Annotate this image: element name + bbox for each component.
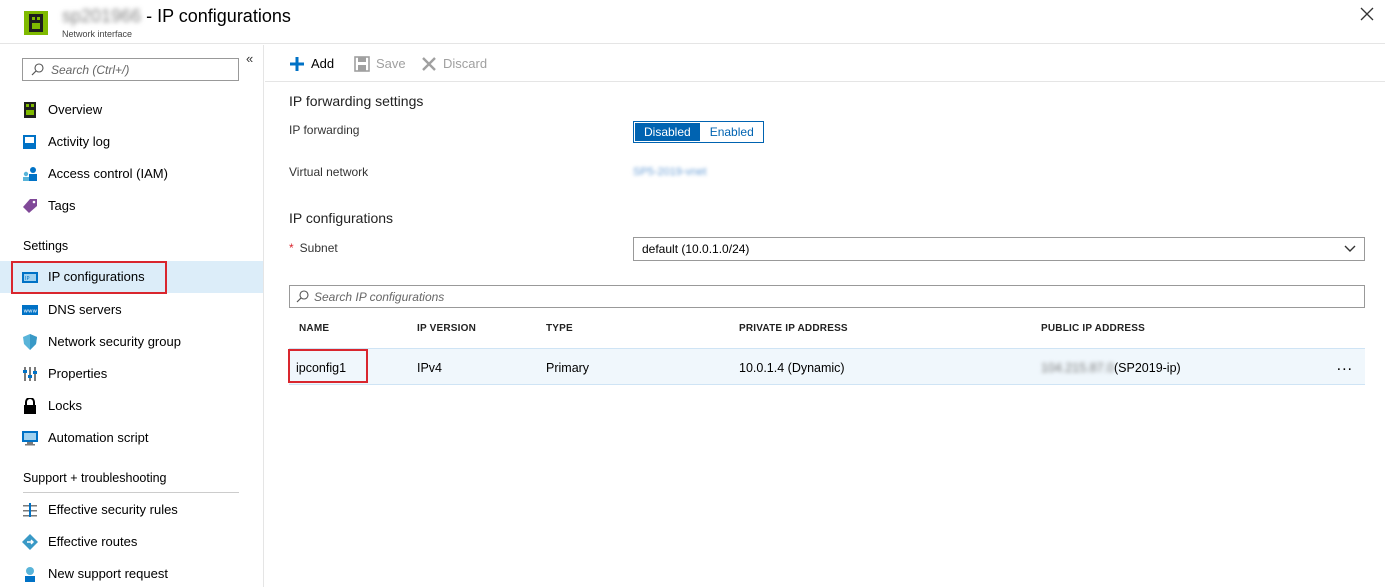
sidebar-item-tags[interactable]: Tags	[0, 190, 263, 222]
activity-log-icon	[23, 135, 36, 149]
column-header-type[interactable]: TYPE	[546, 323, 573, 334]
required-marker: *	[289, 241, 294, 255]
add-button[interactable]: Add	[289, 55, 349, 73]
people-icon	[23, 167, 37, 181]
settings-section-header: Settings	[23, 239, 69, 253]
sidebar-item-properties[interactable]: Properties	[0, 358, 263, 390]
annotation-highlight	[11, 261, 167, 294]
dns-icon: www	[22, 305, 38, 315]
table-row[interactable]: ipconfig1 IPv4 Primary 10.0.1.4 (Dynamic…	[289, 348, 1365, 385]
sidebar-item-new-support-request[interactable]: New support request	[0, 558, 263, 587]
routes-icon	[22, 534, 38, 550]
support-icon	[25, 567, 35, 582]
sidebar-item-overview[interactable]: Overview	[0, 94, 263, 126]
properties-icon	[23, 367, 37, 381]
close-icon[interactable]	[1359, 6, 1375, 22]
rules-icon	[23, 503, 37, 517]
sidebar-item-effective-security-rules[interactable]: Effective security rules	[0, 494, 263, 526]
resource-name: sp201966	[62, 6, 142, 26]
main-content: Add Save Discard IP forwarding settings …	[265, 45, 1385, 587]
ip-configurations-search-placeholder: Search IP configurations	[314, 290, 445, 304]
discard-button[interactable]: Discard	[421, 55, 501, 73]
section-divider	[23, 492, 239, 493]
ip-version-cell: IPv4	[417, 361, 443, 375]
column-header-ip-version[interactable]: IP VERSION	[417, 323, 476, 334]
menu-search-placeholder: Search (Ctrl+/)	[51, 63, 130, 77]
plus-icon	[290, 57, 304, 71]
menu-search-input[interactable]: Search (Ctrl+/)	[22, 58, 239, 81]
save-icon	[354, 56, 370, 72]
sidebar-item-activity-log[interactable]: Activity log	[0, 126, 263, 158]
subnet-label: * Subnet	[289, 241, 338, 255]
lock-icon	[24, 398, 36, 414]
ip-configurations-search-input[interactable]: Search IP configurations	[289, 285, 1365, 308]
sidebar-item-dns-servers[interactable]: www DNS servers	[0, 294, 263, 326]
command-bar: Add Save Discard	[265, 45, 1385, 82]
script-icon	[22, 431, 38, 446]
resource-menu: « Search (Ctrl+/) Overview Activity log …	[0, 45, 264, 587]
network-interface-icon	[24, 11, 48, 35]
page-title: sp201966 - IP configurations	[62, 6, 291, 27]
sidebar-item-access-control[interactable]: Access control (IAM)	[0, 158, 263, 190]
sidebar-item-automation-script[interactable]: Automation script	[0, 422, 263, 454]
chevron-down-icon	[1344, 245, 1356, 252]
public-ip-cell: 104.215.87.0(SP2019-ip)	[1041, 361, 1181, 375]
collapse-menu-button[interactable]: «	[246, 51, 253, 66]
subnet-select[interactable]: default (10.0.1.0/24)	[633, 237, 1365, 261]
public-ip-name: (SP2019-ip)	[1114, 361, 1181, 375]
ip-forwarding-disabled-option[interactable]: Disabled	[634, 122, 701, 142]
shield-icon	[23, 334, 37, 350]
sidebar-item-effective-routes[interactable]: Effective routes	[0, 526, 263, 558]
ip-configurations-section-title: IP configurations	[289, 210, 394, 226]
nic-icon	[24, 102, 36, 118]
ip-forwarding-enabled-option[interactable]: Enabled	[700, 122, 763, 142]
svg-text:www: www	[24, 309, 38, 315]
blade-header: sp201966 - IP configurations Network int…	[0, 0, 1385, 44]
type-cell: Primary	[546, 361, 590, 375]
column-header-public-ip[interactable]: PUBLIC IP ADDRESS	[1041, 323, 1145, 334]
save-button[interactable]: Save	[354, 55, 414, 73]
discard-icon	[422, 57, 436, 71]
resource-type: Network interface	[62, 29, 133, 39]
tag-icon	[23, 199, 37, 213]
search-icon	[296, 290, 309, 303]
support-section-header: Support + troubleshooting	[23, 471, 167, 485]
column-header-name[interactable]: NAME	[299, 323, 329, 334]
search-icon	[31, 63, 44, 76]
subnet-select-value: default (10.0.1.0/24)	[642, 242, 750, 256]
column-header-private-ip[interactable]: PRIVATE IP ADDRESS	[739, 323, 848, 334]
page-title-suffix: - IP configurations	[146, 6, 291, 26]
annotation-highlight	[288, 349, 368, 383]
private-ip-cell: 10.0.1.4 (Dynamic)	[739, 361, 845, 375]
virtual-network-link[interactable]: SP5-2019-vnet	[633, 166, 706, 178]
virtual-network-label: Virtual network	[289, 165, 369, 179]
public-ip-value: 104.215.87.0	[1041, 361, 1114, 375]
row-more-button[interactable]: ...	[1337, 357, 1353, 375]
ip-forwarding-label: IP forwarding	[289, 123, 360, 137]
ip-forwarding-section-title: IP forwarding settings	[289, 93, 424, 109]
ip-forwarding-toggle: Disabled Enabled	[633, 121, 764, 143]
sidebar-item-network-security-group[interactable]: Network security group	[0, 326, 263, 358]
sidebar-item-locks[interactable]: Locks	[0, 390, 263, 422]
